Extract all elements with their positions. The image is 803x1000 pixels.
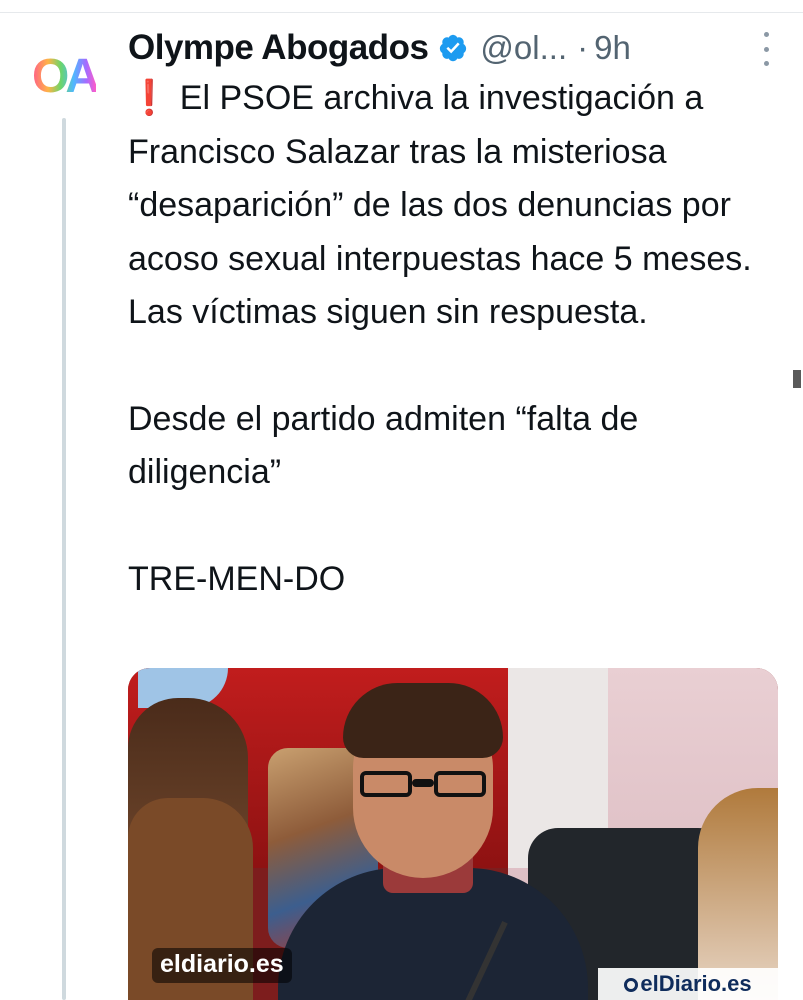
eldiario-logo-icon	[624, 978, 639, 992]
tweet-paragraph-1-text: El PSOE archiva la investigación a Franc…	[128, 79, 752, 331]
avatar[interactable]: OA	[26, 46, 102, 106]
top-divider	[0, 0, 803, 13]
photo-man-hair	[343, 683, 503, 758]
more-options-icon[interactable]	[760, 32, 772, 66]
thread-line	[62, 118, 66, 1000]
tweet-paragraph-1: ❗ El PSOE archiva la investigación a Fra…	[128, 72, 778, 340]
display-name[interactable]: Olympe Abogados	[128, 28, 429, 68]
avatar-logo: OA	[32, 49, 100, 103]
verified-badge-icon	[438, 33, 468, 63]
media-source-badge[interactable]: eldiario.es	[152, 948, 292, 983]
eldiario-logo-text: elDiario.es	[640, 971, 752, 996]
media-brand-watermark: elDiario.es	[598, 968, 778, 1000]
tweet-paragraph-3: TRE-MEN-DO	[128, 559, 346, 598]
tweet-media-image[interactable]: eldiario.es elDiario.es	[128, 668, 778, 1000]
exclamation-emoji-icon: ❗	[128, 79, 171, 117]
photo-man-glasses	[360, 771, 486, 797]
tweet-paragraph-2: Desde el partido admiten “falta de dilig…	[128, 399, 639, 492]
eldiario-logo: elDiario.es	[624, 971, 752, 997]
timestamp[interactable]: 9h	[594, 29, 631, 67]
handle[interactable]: @ol...	[480, 29, 567, 67]
separator-dot: ·	[577, 29, 589, 66]
tweet-text: ❗ El PSOE archiva la investigación a Fra…	[128, 72, 778, 606]
scrollbar-thumb[interactable]	[793, 370, 801, 388]
tweet-header: Olympe Abogados @ol... · 9h	[128, 26, 788, 70]
